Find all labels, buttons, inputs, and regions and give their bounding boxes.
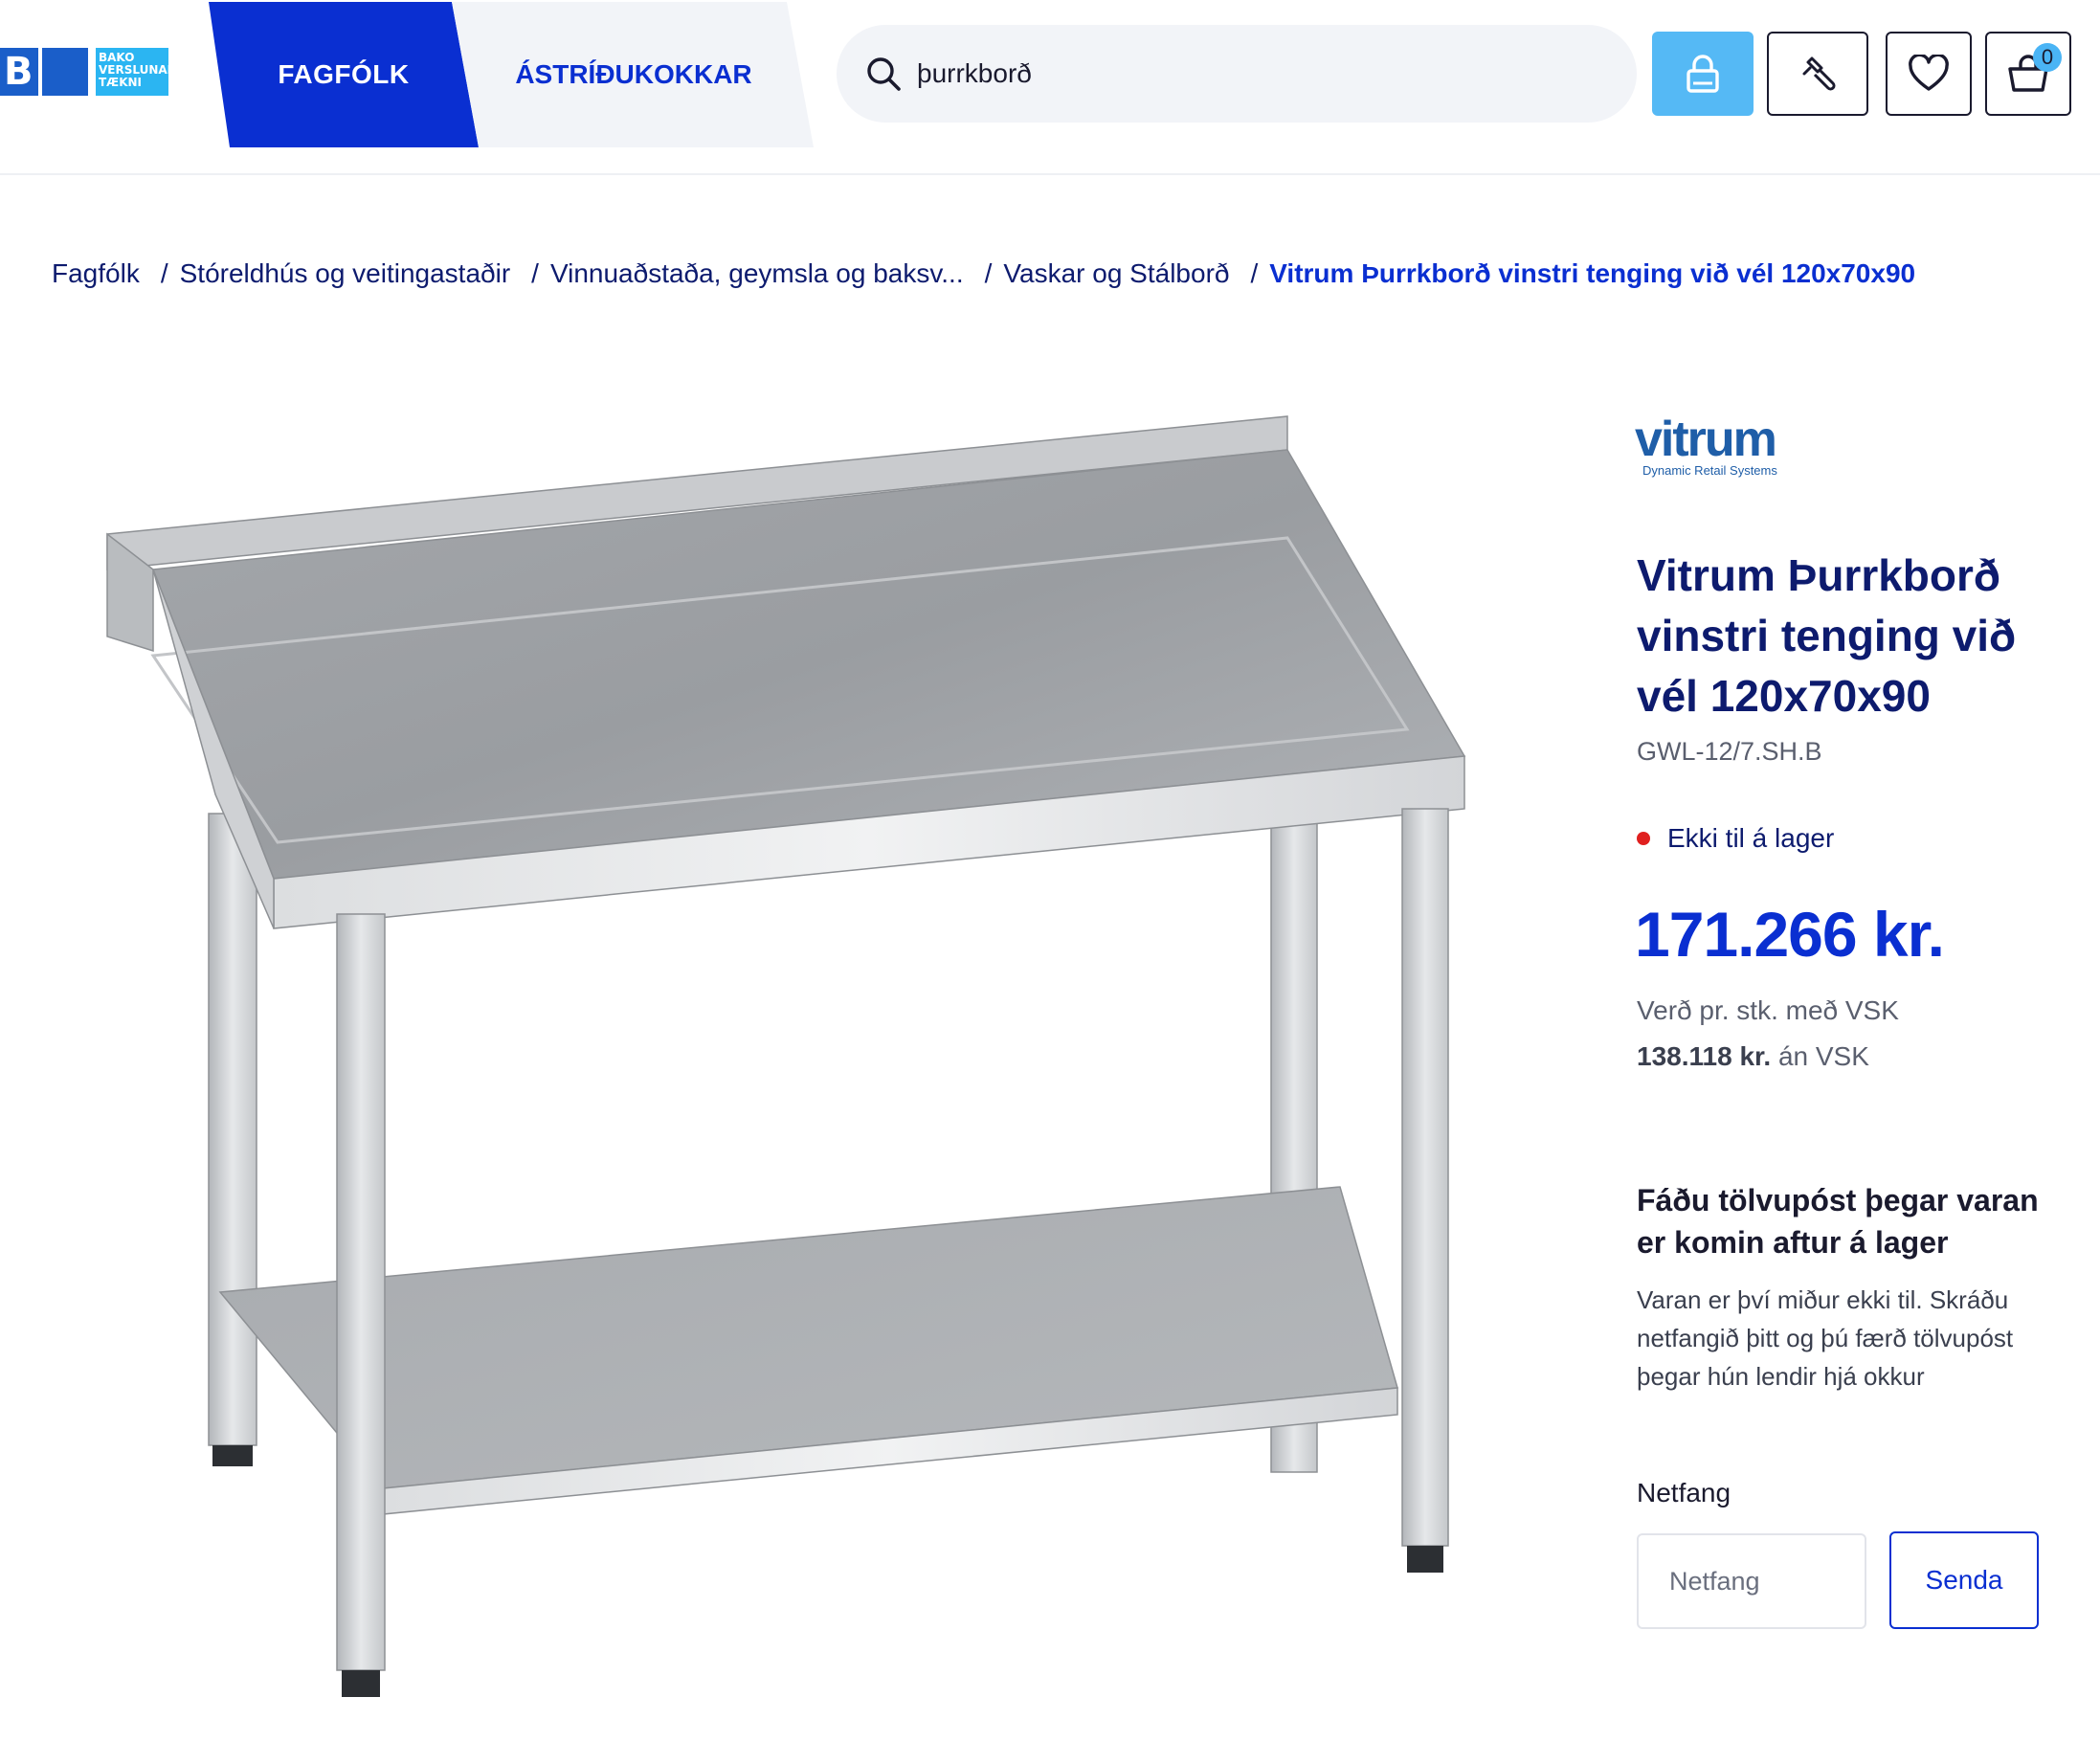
out-of-stock-dot-icon bbox=[1637, 832, 1650, 845]
search-input[interactable] bbox=[917, 50, 1587, 98]
product-image[interactable] bbox=[96, 402, 1493, 1713]
price-without-vat-label: án VSK bbox=[1777, 1041, 1869, 1071]
tab-fagfolk[interactable]: FAGFÓLK bbox=[209, 2, 479, 147]
breadcrumb: Fagfólk / Stóreldhús og veitingastaðir /… bbox=[52, 255, 1915, 293]
tab-fagfolk-label: FAGFÓLK bbox=[278, 59, 410, 89]
cart-button[interactable]: 0 bbox=[1985, 32, 2071, 116]
site-header: BVT BAKO VERSLUNAR TÆKNI FAGFÓLK ÁSTRÍÐU… bbox=[0, 0, 2100, 175]
tools-button[interactable] bbox=[1767, 32, 1868, 116]
stock-status: Ekki til á lager bbox=[1637, 823, 1834, 854]
breadcrumb-current: Vitrum Þurrkborð vinstri tenging við vél… bbox=[1269, 258, 1916, 288]
breadcrumb-separator: / bbox=[160, 258, 168, 288]
search-bar[interactable] bbox=[837, 25, 1637, 123]
site-logo[interactable]: BVT BAKO VERSLUNAR TÆKNI bbox=[0, 48, 176, 142]
login-button[interactable] bbox=[1652, 32, 1754, 116]
brand-name: vitrum bbox=[1635, 419, 1776, 467]
breadcrumb-item[interactable]: Stóreldhús og veitingastaðir bbox=[180, 258, 511, 289]
tab-astridukokkar[interactable]: ÁSTRÍÐUKOKKAR bbox=[452, 2, 814, 147]
tab-astridukokkar-label: ÁSTRÍÐUKOKKAR bbox=[515, 59, 752, 89]
product-title: Vitrum Þurrkborð vinstri tenging við vél… bbox=[1637, 550, 2017, 721]
email-label: Netfang bbox=[1637, 1478, 1731, 1508]
cart-count-badge: 0 bbox=[2033, 43, 2062, 72]
breadcrumb-separator: / bbox=[1250, 258, 1259, 288]
product-price: 171.266 kr. bbox=[1635, 899, 1945, 970]
product-sku: GWL-12/7.SH.B bbox=[1637, 737, 1822, 766]
breadcrumb-separator: / bbox=[984, 258, 993, 288]
notify-text: Varan er því miður ekki til. Skráðu netf… bbox=[1637, 1285, 2014, 1391]
logo-mark: BVT bbox=[0, 48, 88, 142]
logo-text: BAKO VERSLUNAR TÆKNI bbox=[96, 48, 176, 96]
breadcrumb-item[interactable]: Vinnuaðstaða, geymsla og baksv... bbox=[550, 258, 964, 289]
search-icon[interactable] bbox=[865, 56, 902, 92]
breadcrumb-item[interactable]: Fagfólk bbox=[52, 258, 140, 289]
heart-icon bbox=[1909, 55, 1949, 91]
stock-status-label: Ekki til á lager bbox=[1667, 823, 1835, 853]
send-button[interactable]: Senda bbox=[1889, 1531, 2039, 1629]
wrench-icon bbox=[1802, 56, 1836, 91]
wishlist-button[interactable] bbox=[1886, 32, 1972, 116]
brand-logo[interactable]: vitrum Dynamic Retail Systems bbox=[1635, 419, 1807, 484]
lock-icon bbox=[1687, 55, 1719, 93]
price-note: Verð pr. stk. með VSK bbox=[1637, 995, 1899, 1025]
brand-tagline: Dynamic Retail Systems bbox=[1642, 463, 1777, 478]
breadcrumb-item[interactable]: Vaskar og Stálborð bbox=[1003, 258, 1229, 289]
breadcrumb-separator: / bbox=[531, 258, 539, 288]
price-without-vat: 138.118 kr. án VSK bbox=[1637, 1041, 1869, 1072]
price-without-vat-amount: 138.118 kr. bbox=[1637, 1041, 1772, 1071]
email-field[interactable] bbox=[1637, 1533, 1866, 1629]
notify-title: Fáðu tölvupóst þegar varan er komin aftu… bbox=[1637, 1183, 2039, 1260]
